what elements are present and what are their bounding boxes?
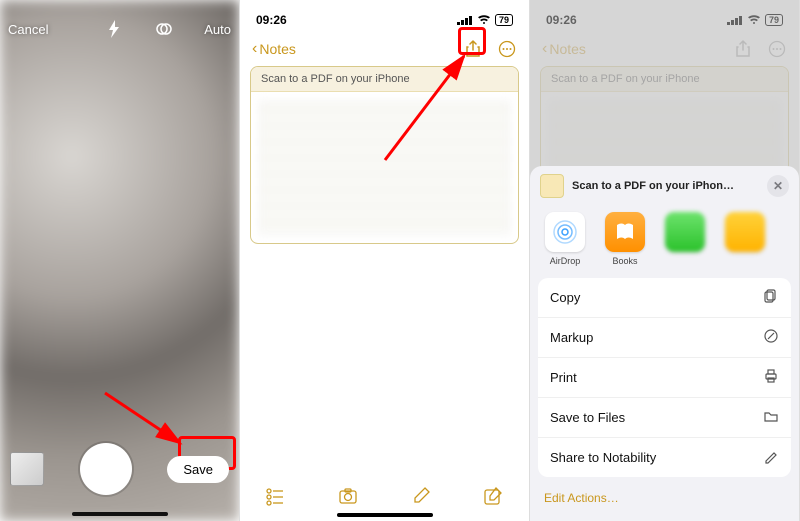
flash-icon[interactable] <box>104 19 124 39</box>
note-title: Scan to a PDF on your iPhone <box>541 67 788 92</box>
action-print[interactable]: Print <box>538 358 791 398</box>
signal-icon <box>727 15 743 25</box>
more-icon <box>767 39 787 59</box>
screen-scanner: Cancel Auto Save <box>0 0 240 521</box>
signal-icon <box>457 15 473 25</box>
action-label: Save to Files <box>550 410 625 425</box>
pencil-icon <box>763 448 779 467</box>
action-label: Share to Notability <box>550 450 656 465</box>
battery-level: 79 <box>765 14 783 26</box>
share-sheet-title: Scan to a PDF on your iPhon… <box>572 180 759 192</box>
share-app-label: Books <box>612 256 637 266</box>
shutter-button[interactable] <box>80 443 132 495</box>
checklist-icon[interactable] <box>264 484 288 508</box>
camera-bottom-bar: Save <box>0 435 239 521</box>
books-icon <box>605 212 645 252</box>
back-label: Notes <box>549 41 586 57</box>
screen-note: 09:26 79 ‹ Notes Scan to a PDF on your i… <box>240 0 530 521</box>
wifi-icon <box>477 15 491 25</box>
action-share-notability[interactable]: Share to Notability <box>538 438 791 477</box>
action-label: Markup <box>550 330 593 345</box>
share-icon <box>733 39 753 59</box>
note-title: Scan to a PDF on your iPhone <box>251 67 518 92</box>
action-copy[interactable]: Copy <box>538 278 791 318</box>
print-icon <box>763 368 779 387</box>
note-card: Scan to a PDF on your iPhone <box>250 66 519 244</box>
airdrop-icon <box>545 212 585 252</box>
action-markup[interactable]: Markup <box>538 318 791 358</box>
status-bar: 09:26 79 <box>530 0 799 32</box>
filter-icon[interactable] <box>154 19 174 39</box>
status-time: 09:26 <box>256 13 287 27</box>
share-app-row: AirDrop Books <box>530 206 799 278</box>
compose-icon[interactable] <box>481 484 505 508</box>
share-sheet-thumbnail <box>540 174 564 198</box>
share-sheet-header: Scan to a PDF on your iPhon… ✕ <box>530 166 799 206</box>
app-icon <box>725 212 765 252</box>
camera-icon[interactable] <box>336 484 360 508</box>
camera-top-bar: Cancel Auto <box>0 0 239 48</box>
share-action-list: Copy Markup Print Save to Files <box>538 278 791 477</box>
share-app-books[interactable]: Books <box>602 212 648 266</box>
cancel-button[interactable]: Cancel <box>8 22 48 37</box>
share-app-wechat[interactable] <box>662 212 708 266</box>
action-save-to-files[interactable]: Save to Files <box>538 398 791 438</box>
action-label: Copy <box>550 290 580 305</box>
status-time: 09:26 <box>546 13 577 27</box>
share-app-label: AirDrop <box>550 256 581 266</box>
more-icon[interactable] <box>497 39 517 59</box>
share-app-label <box>744 256 747 266</box>
share-sheet: Scan to a PDF on your iPhon… ✕ AirDrop B… <box>530 166 799 521</box>
copy-icon <box>763 288 779 307</box>
share-app-airdrop[interactable]: AirDrop <box>542 212 588 266</box>
action-label: Print <box>550 370 577 385</box>
screen-share-sheet: 09:26 79 ‹ Notes Scan to a PDF on your i… <box>530 0 800 521</box>
home-indicator <box>337 513 433 517</box>
wechat-icon <box>665 212 705 252</box>
edit-actions-button[interactable]: Edit Actions… <box>530 483 799 515</box>
navbar-dimmed: ‹ Notes <box>530 32 799 66</box>
highlight-share-icon <box>458 27 486 55</box>
wifi-icon <box>747 15 761 25</box>
status-bar: 09:26 79 <box>240 0 529 32</box>
chevron-left-icon: ‹ <box>252 40 257 58</box>
battery-level: 79 <box>495 14 513 26</box>
folder-icon <box>763 408 779 427</box>
scan-thumbnail[interactable] <box>10 452 44 486</box>
back-label: Notes <box>259 41 296 57</box>
back-button: ‹ Notes <box>542 40 586 58</box>
share-app-generic[interactable] <box>722 212 768 266</box>
close-icon[interactable]: ✕ <box>767 175 789 197</box>
status-right: 79 <box>457 14 513 26</box>
scanned-document[interactable] <box>259 100 510 235</box>
back-button[interactable]: ‹ Notes <box>252 40 296 58</box>
markup-icon[interactable] <box>409 484 433 508</box>
status-right: 79 <box>727 14 783 26</box>
markup-icon <box>763 328 779 347</box>
save-button[interactable]: Save <box>167 456 229 483</box>
auto-button[interactable]: Auto <box>204 22 231 37</box>
chevron-left-icon: ‹ <box>542 40 547 58</box>
share-app-label <box>684 256 687 266</box>
